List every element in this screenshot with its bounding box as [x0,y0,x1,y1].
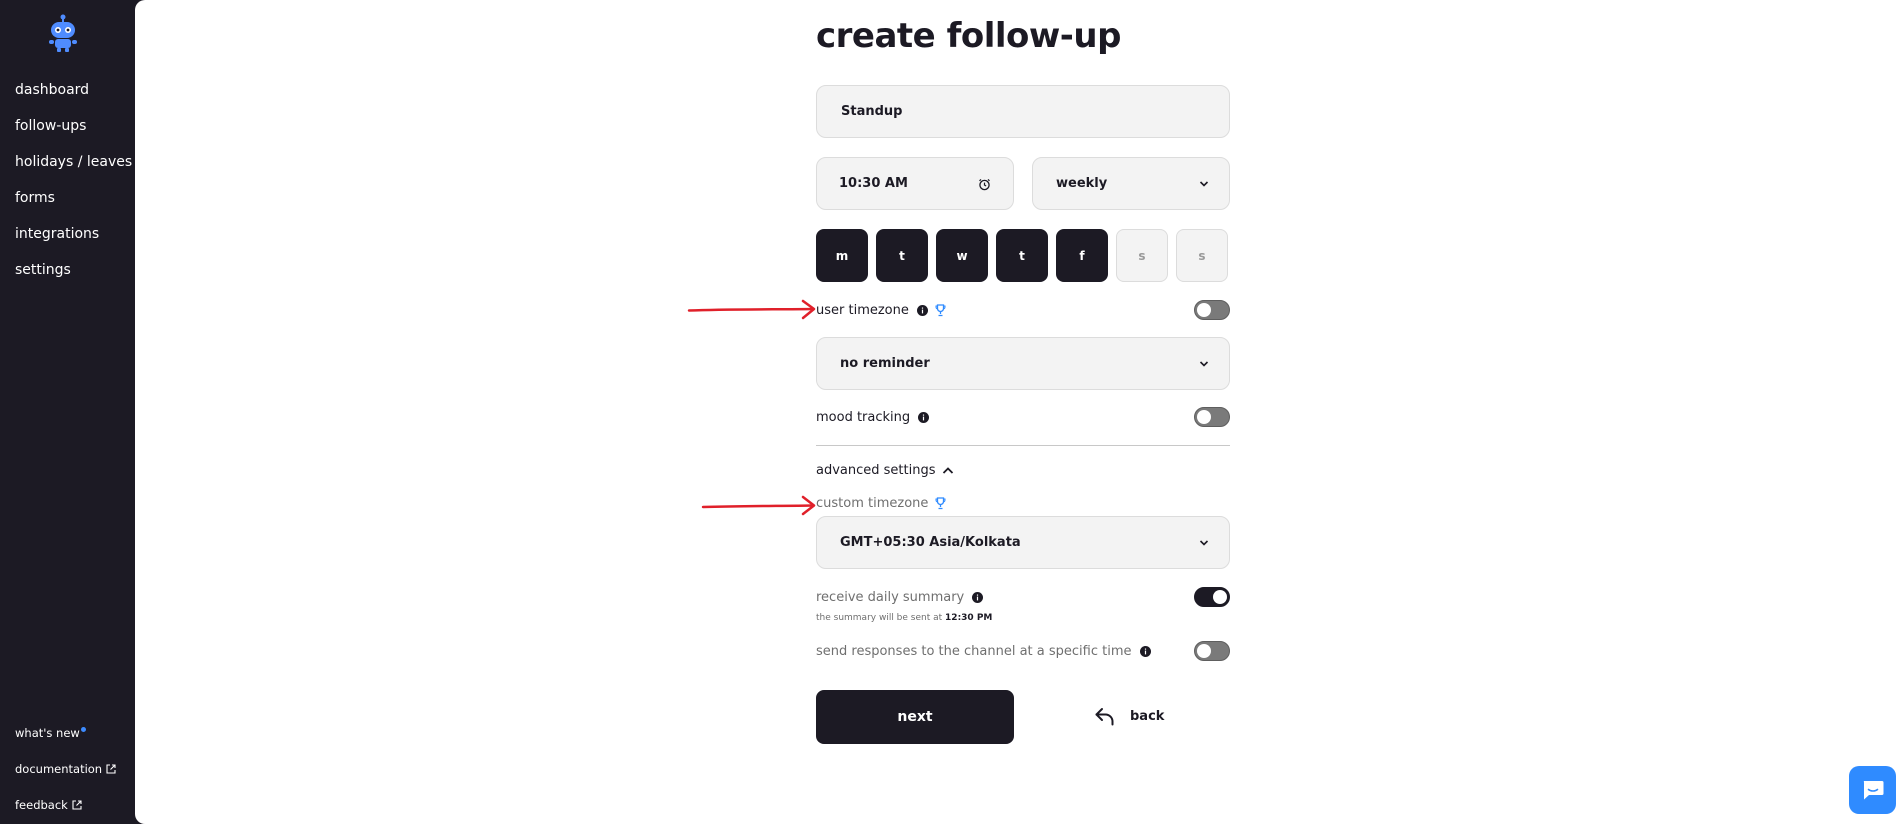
divider [816,445,1230,446]
frequency-select[interactable]: weekly [1032,157,1230,210]
chevron-up-icon [942,466,953,474]
chat-widget-button[interactable] [1849,766,1896,814]
day-button-sunday[interactable]: s [1176,229,1228,282]
advanced-settings-toggle[interactable]: advanced settings [816,459,954,481]
summary-note: the summary will be sent at 12:30 PM [816,613,992,623]
sidebar-item-integrations[interactable]: integrations [15,222,132,258]
time-value: 10:30 AM [839,176,908,191]
chevron-down-icon [1199,360,1209,367]
sidebar-item-feedback[interactable]: feedback [15,787,116,823]
day-button-friday[interactable]: f [1056,229,1108,282]
time-field[interactable]: 10:30 AM [816,157,1014,210]
toggle-knob [1197,303,1211,317]
day-button-thursday[interactable]: t [996,229,1048,282]
sidebar-item-settings[interactable]: settings [15,258,132,294]
send-responses-label: send responses to the channel at a speci… [816,643,1132,659]
summary-note-time: 12:30 PM [945,613,993,623]
follow-up-name-input[interactable] [841,104,1229,119]
daily-summary-row: receive daily summary [816,586,1230,608]
reminder-value: no reminder [840,356,930,371]
trophy-icon[interactable] [935,496,946,510]
new-dot-badge [80,726,86,732]
trophy-icon[interactable] [935,303,946,317]
sidebar-bottom-nav: what's new documentation feedback [15,715,116,823]
back-arrow-icon [1095,708,1114,726]
summary-note-text: the summary will be sent at [816,613,943,623]
toggle-knob [1197,644,1211,658]
day-button-tuesday[interactable]: t [876,229,928,282]
timezone-select[interactable]: GMT+05:30 Asia/Kolkata [816,516,1230,569]
daily-summary-toggle[interactable] [1194,587,1230,607]
sidebar-item-holidays-leaves[interactable]: holidays / leaves [15,150,132,186]
mood-tracking-toggle[interactable] [1194,407,1230,427]
toggle-knob [1197,410,1211,424]
back-button[interactable]: back [1094,706,1164,726]
user-timezone-label: user timezone [816,302,909,318]
frequency-value: weekly [1056,176,1108,191]
external-link-icon [106,764,116,774]
reminder-select[interactable]: no reminder [816,337,1230,390]
day-button-wednesday[interactable]: w [936,229,988,282]
follow-up-name-field[interactable] [816,85,1230,138]
main-content: create follow-up 10:30 AM weekly m t w t… [135,0,1899,824]
day-button-saturday[interactable]: s [1116,229,1168,282]
external-link-icon [72,800,82,810]
chevron-down-icon [1199,539,1209,546]
day-button-monday[interactable]: m [816,229,868,282]
back-label: back [1130,708,1165,724]
info-icon[interactable] [916,304,928,316]
advanced-settings-label: advanced settings [816,462,936,478]
mood-tracking-label: mood tracking [816,409,911,425]
documentation-label: documentation [15,762,103,776]
user-timezone-toggle[interactable] [1194,300,1230,320]
sidebar-item-documentation[interactable]: documentation [15,751,116,787]
info-icon[interactable] [918,411,930,423]
sidebar-item-dashboard[interactable]: dashboard [15,78,132,114]
user-timezone-row: user timezone [816,299,1230,321]
page-title: create follow-up [816,16,1121,56]
sidebar: dashboard follow-ups holidays / leaves f… [0,0,135,824]
sidebar-item-whats-new[interactable]: what's new [15,715,116,751]
custom-timezone-label: custom timezone [816,495,929,511]
daily-summary-label: receive daily summary [816,589,965,605]
sidebar-nav: dashboard follow-ups holidays / leaves f… [15,78,132,294]
robot-icon[interactable] [46,14,80,52]
next-button[interactable]: next [816,690,1014,744]
send-responses-toggle[interactable] [1194,641,1230,661]
day-selector: m t w t f s s [816,229,1228,282]
mood-tracking-row: mood tracking [816,406,1230,428]
send-responses-row: send responses to the channel at a speci… [816,640,1230,662]
custom-timezone-row: custom timezone [816,492,1230,514]
chat-bubble-icon [1863,781,1883,800]
feedback-label: feedback [15,798,68,812]
chevron-down-icon [1199,180,1209,187]
toggle-knob [1213,590,1227,604]
info-icon[interactable] [1139,645,1151,657]
annotation-arrow-custom-timezone [701,495,816,516]
whats-new-label: what's new [15,726,80,740]
sidebar-item-follow-ups[interactable]: follow-ups [15,114,132,150]
timezone-value: GMT+05:30 Asia/Kolkata [840,535,1021,550]
info-icon[interactable] [972,591,984,603]
annotation-arrow-user-timezone [687,299,816,320]
alarm-clock-icon[interactable] [978,178,991,191]
sidebar-item-forms[interactable]: forms [15,186,132,222]
